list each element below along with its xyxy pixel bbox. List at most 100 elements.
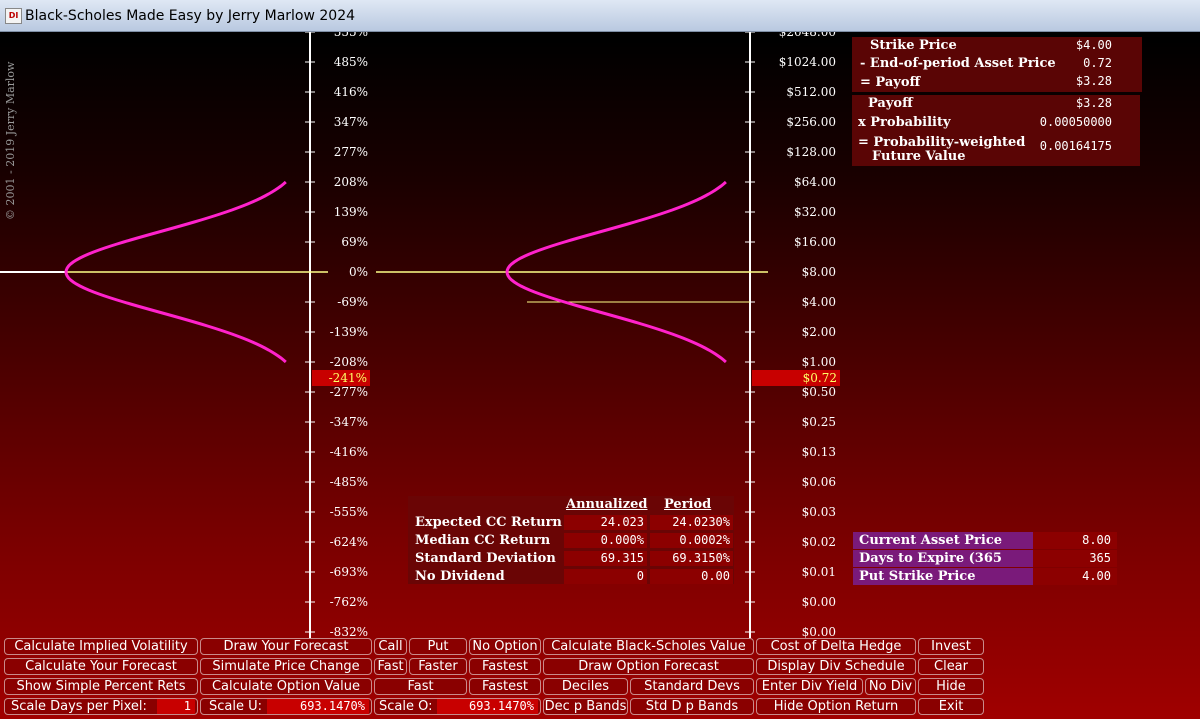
right-axis-tick-label: $128.00 — [786, 145, 836, 159]
standard-devs-button[interactable]: Standard Devs — [630, 678, 754, 695]
weighted-label-1: = Probability-weighted — [858, 135, 1026, 150]
scale-o-value[interactable]: 693.1470% — [437, 699, 538, 714]
right-axis-tick-label: $0.01 — [802, 565, 836, 579]
invest-button[interactable]: Invest — [918, 638, 984, 655]
left-axis-tick-label: 139% — [334, 205, 368, 219]
right-axis-tick-label: $8.00 — [802, 265, 836, 279]
left-axis-tick-label: 485% — [334, 55, 368, 69]
enter-div-yield-button[interactable]: Enter Div Yield — [756, 678, 863, 695]
scale-days-per-pixel-control[interactable]: Scale Days per Pixel: 1 — [4, 698, 198, 715]
left-axis-tick-label: -277% — [330, 385, 368, 399]
end-price-value: 0.72 — [1083, 56, 1112, 70]
dividend-annualized: 0 — [564, 569, 647, 584]
left-axis-tick-label: 555% — [334, 32, 368, 39]
left-axis-tick-label: 208% — [334, 175, 368, 189]
right-axis-tick-label: $2.00 — [802, 325, 836, 339]
title-bar: DI Black-Scholes Made Easy by Jerry Marl… — [0, 0, 1200, 32]
fast-button-1[interactable]: Fast — [374, 658, 407, 675]
right-axis-tick-label: $1024.00 — [779, 55, 836, 69]
scale-o-label: Scale O: — [379, 699, 433, 714]
scale-o-control[interactable]: Scale O: 693.1470% — [374, 698, 541, 715]
display-div-schedule-button[interactable]: Display Div Schedule — [756, 658, 916, 675]
right-axis-tick-label: $1.00 — [802, 355, 836, 369]
dec-p-bands-button[interactable]: Dec p Bands — [543, 698, 628, 715]
fastest-button-2[interactable]: Fastest — [469, 678, 541, 695]
put-strike-input[interactable]: 4.00 — [1033, 568, 1117, 585]
left-axis-tick-label: -555% — [330, 505, 368, 519]
std-dev-annualized: 69.315 — [564, 551, 647, 566]
calculate-black-scholes-button[interactable]: Calculate Black-Scholes Value — [543, 638, 754, 655]
fast-button-2[interactable]: Fast — [374, 678, 467, 695]
left-axis-tick-label: -347% — [330, 415, 368, 429]
dividend-label: No Dividend — [415, 569, 505, 584]
left-marker: -241% — [329, 371, 367, 385]
hide-button[interactable]: Hide — [918, 678, 984, 695]
right-axis-tick-label: $4.00 — [802, 295, 836, 309]
right-axis-tick-label: $0.50 — [802, 385, 836, 399]
scale-days-label: Scale Days per Pixel: — [11, 699, 147, 714]
draw-option-forecast-button[interactable]: Draw Option Forecast — [543, 658, 754, 675]
hide-option-return-button[interactable]: Hide Option Return — [756, 698, 916, 715]
col-annualized: Annualized — [566, 497, 648, 512]
call-button[interactable]: Call — [374, 638, 407, 655]
right-axis-tick-label: $512.00 — [786, 85, 836, 99]
scale-u-control[interactable]: Scale U: 693.1470% — [200, 698, 372, 715]
no-option-button[interactable]: No Option — [469, 638, 541, 655]
std-dev-period: 69.3150% — [650, 551, 733, 566]
right-axis-tick-label: $64.00 — [794, 175, 836, 189]
right-axis-tick-label: $0.00 — [802, 595, 836, 609]
calculate-implied-volatility-button[interactable]: Calculate Implied Volatility — [4, 638, 198, 655]
cost-of-delta-hedge-button[interactable]: Cost of Delta Hedge — [756, 638, 916, 655]
app-icon[interactable]: DI — [5, 8, 22, 24]
days-to-expire-label: Days to Expire (365 D/Y) — [853, 550, 1033, 583]
clear-button[interactable]: Clear — [918, 658, 984, 675]
right-marker: $0.72 — [803, 371, 837, 385]
weighted-label-2: Future Value — [872, 149, 966, 164]
right-axis-tick-label: $256.00 — [786, 115, 836, 129]
left-axis-tick-label: 69% — [341, 235, 368, 249]
right-axis-tick-label: $0.25 — [802, 415, 836, 429]
put-strike-label: Put Strike Price — [853, 568, 1033, 585]
left-axis-tick-label: -762% — [330, 595, 368, 609]
scale-days-value[interactable]: 1 — [157, 699, 195, 714]
put-button[interactable]: Put — [409, 638, 467, 655]
no-div-button[interactable]: No Div — [865, 678, 916, 695]
prob-payoff-label: Payoff — [868, 96, 913, 111]
left-axis-tick-label: 277% — [334, 145, 368, 159]
left-axis-tick-label: -832% — [330, 625, 368, 638]
stats-panel: Annualized Period Expected CC Return 24.… — [408, 496, 734, 584]
median-return-annualized: 0.000% — [564, 533, 647, 548]
deciles-button[interactable]: Deciles — [543, 678, 628, 695]
simulate-price-change-button[interactable]: Simulate Price Change — [200, 658, 372, 675]
left-axis-tick-label: 347% — [334, 115, 368, 129]
right-axis-tick-label: $2048.00 — [779, 32, 836, 39]
show-simple-percent-rets-button[interactable]: Show Simple Percent Rets — [4, 678, 198, 695]
copyright-text: © 2001 - 2019 Jerry Marlow — [4, 61, 17, 220]
probability-panel: Payoff $3.28 x Probability 0.00050000 = … — [852, 95, 1140, 166]
payoff-label: = Payoff — [860, 75, 921, 90]
std-d-p-bands-button[interactable]: Std D p Bands — [630, 698, 754, 715]
left-axis-tick-label: -485% — [330, 475, 368, 489]
window-title: Black-Scholes Made Easy by Jerry Marlow … — [25, 8, 356, 24]
exit-button[interactable]: Exit — [918, 698, 984, 715]
left-axis-tick-label: -624% — [330, 535, 368, 549]
scale-u-value[interactable]: 693.1470% — [267, 699, 369, 714]
fastest-button-1[interactable]: Fastest — [469, 658, 541, 675]
weighted-value: 0.00164175 — [1039, 139, 1112, 153]
expected-return-annualized: 24.023 — [564, 515, 647, 530]
probability-value: 0.00050000 — [1039, 115, 1112, 129]
left-axis-tick-label: -693% — [330, 565, 368, 579]
prob-payoff-value: $3.28 — [1075, 96, 1112, 110]
calculate-option-value-button[interactable]: Calculate Option Value — [200, 678, 372, 695]
expected-return-label: Expected CC Return — [415, 515, 562, 530]
asset-price-input[interactable]: 8.00 — [1033, 532, 1117, 549]
left-axis-tick-label: -69% — [337, 295, 368, 309]
faster-button[interactable]: Faster — [409, 658, 467, 675]
median-return-period: 0.0002% — [650, 533, 733, 548]
right-axis-tick-label: $0.06 — [802, 475, 836, 489]
calculate-your-forecast-button[interactable]: Calculate Your Forecast — [4, 658, 198, 675]
days-to-expire-input[interactable]: 365 — [1033, 550, 1117, 567]
scale-u-label: Scale U: — [209, 699, 263, 714]
left-axis-tick-label: 0% — [349, 265, 368, 279]
draw-your-forecast-button[interactable]: Draw Your Forecast — [200, 638, 372, 655]
